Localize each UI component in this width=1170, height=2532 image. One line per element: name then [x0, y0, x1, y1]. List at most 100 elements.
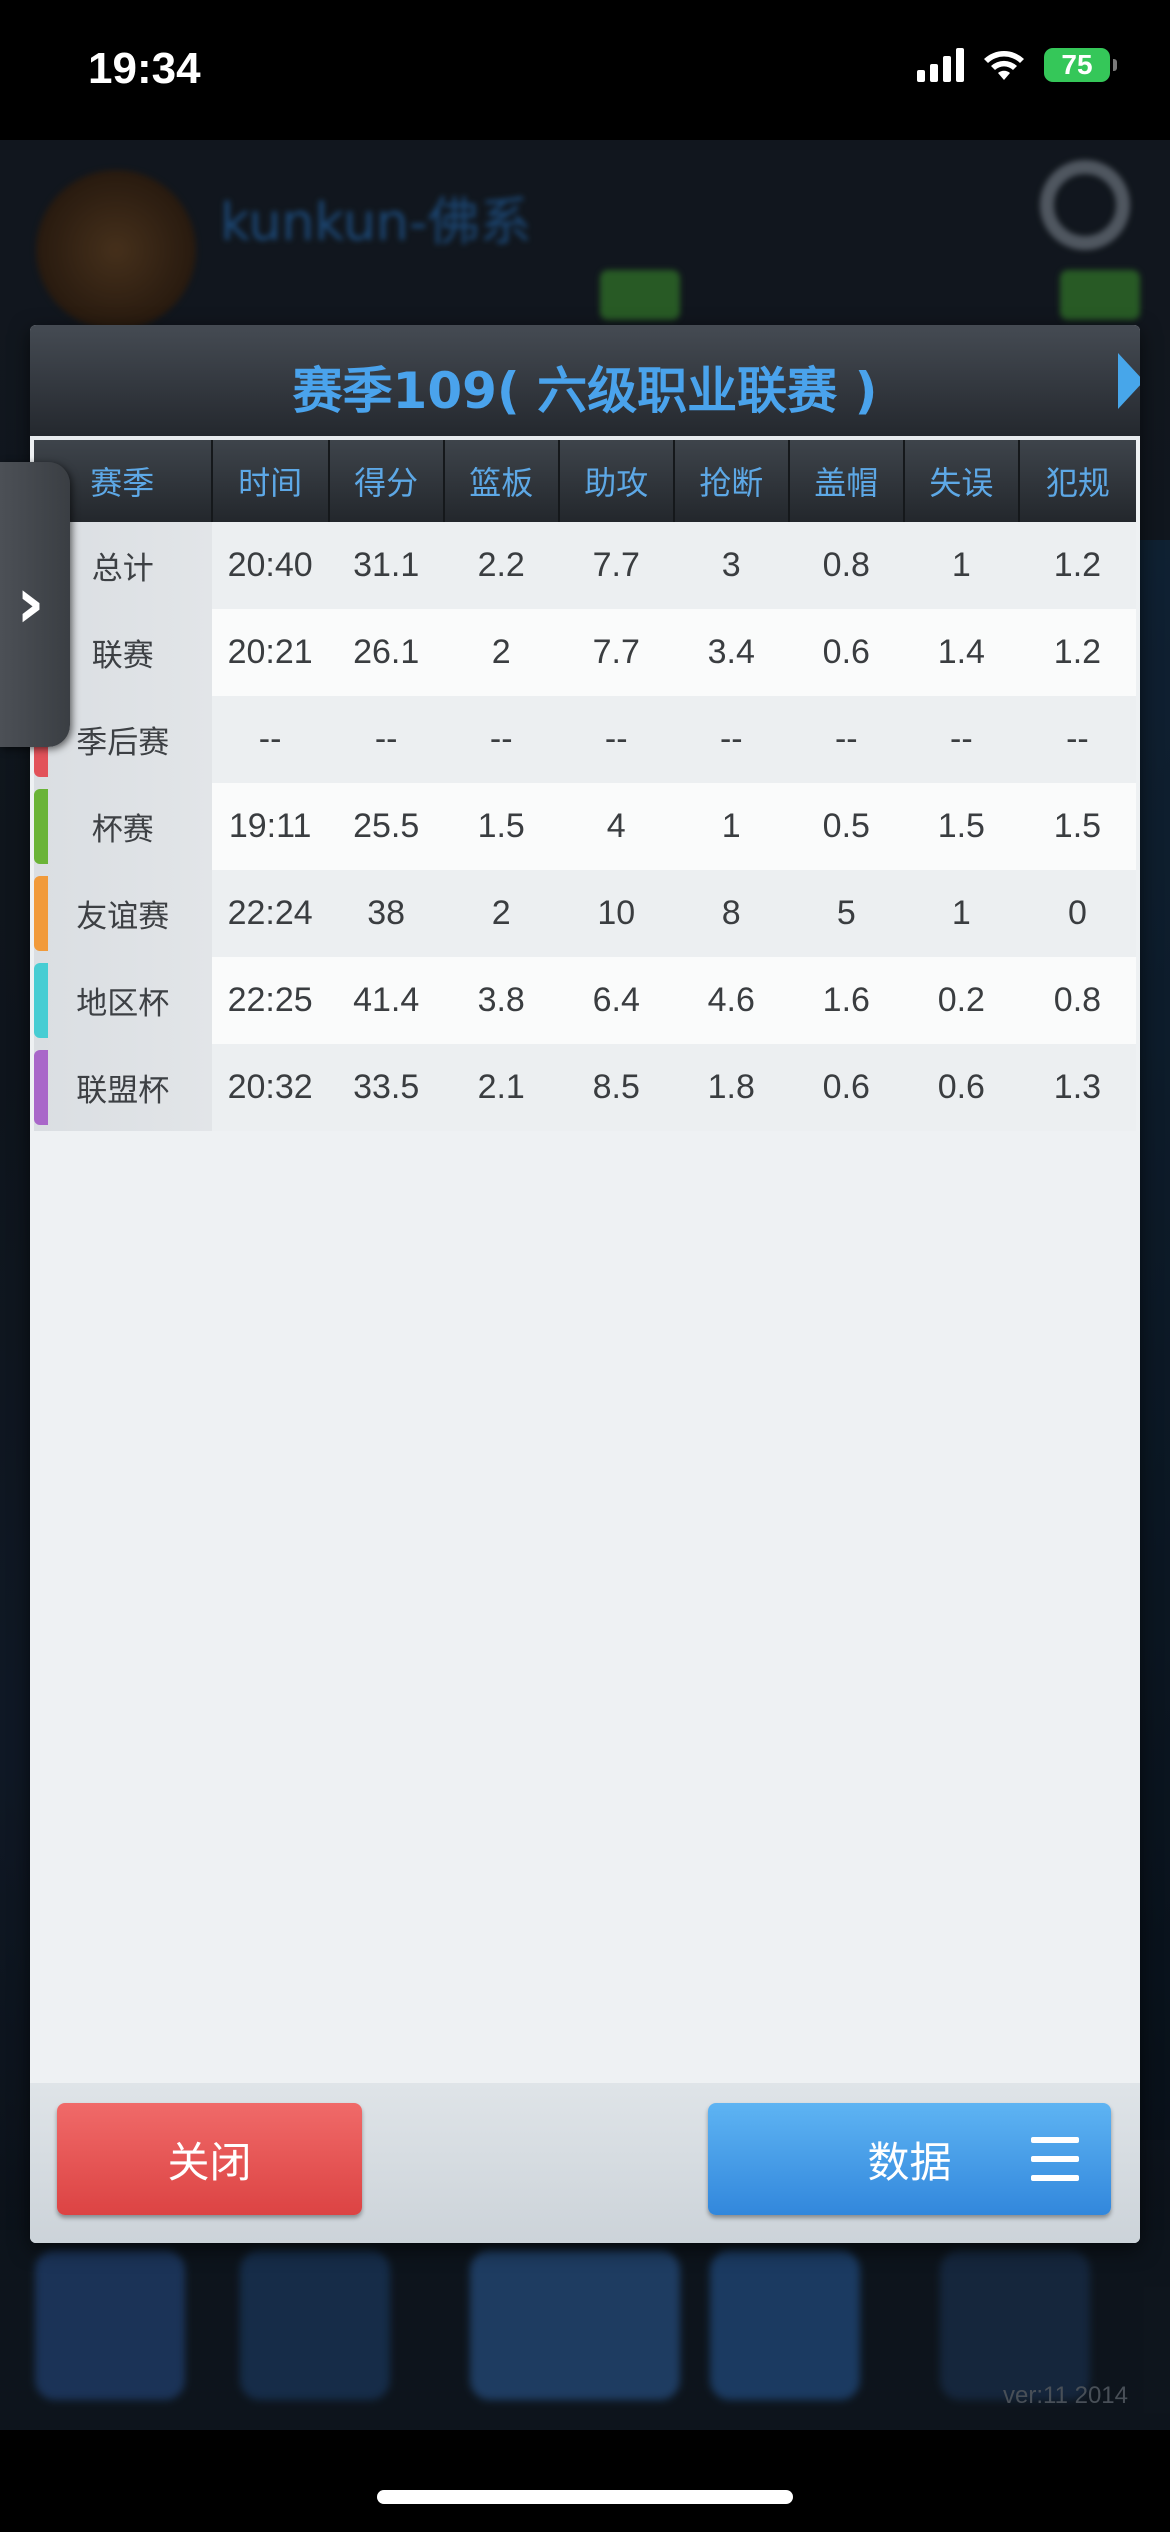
table-row: 总计 20:40 31.1 2.2 7.7 3 0.8 1 1.2 — [34, 522, 1136, 609]
table-row: 季后赛 -- -- -- -- -- -- -- -- — [34, 696, 1136, 783]
row-label: 杯赛 — [91, 812, 154, 848]
chevron-right-icon: › — [16, 562, 45, 644]
next-season-arrow-icon[interactable] — [1118, 353, 1140, 409]
column-header: 篮板 — [443, 440, 560, 522]
battery-icon: 75 — [1044, 48, 1117, 82]
stat-cell: -- — [211, 696, 329, 783]
stat-cell: 19:11 — [211, 783, 329, 870]
stat-cell: 1.6 — [788, 957, 904, 1044]
column-header: 失误 — [903, 440, 1020, 522]
stat-cell: 0.6 — [788, 1044, 904, 1131]
stat-cell: 0.5 — [788, 783, 904, 870]
stat-cell: 0.8 — [788, 522, 904, 609]
stat-cell: 1.5 — [903, 783, 1019, 870]
column-header: 助攻 — [558, 440, 675, 522]
row-label-cell: 杯赛 — [34, 783, 212, 870]
cellular-signal-icon — [917, 48, 964, 82]
stat-cell: 3.8 — [443, 957, 559, 1044]
stat-cell: 1 — [903, 870, 1019, 957]
stat-cell: 1.5 — [1018, 783, 1136, 870]
season-stats-dialog: 赛季109( 六级职业联赛 ) 赛季 时间 得分 篮板 助攻 抢断 盖帽 失误 … — [30, 325, 1140, 2243]
stat-cell: -- — [558, 696, 674, 783]
stat-cell: -- — [903, 696, 1019, 783]
stat-cell: 1.8 — [673, 1044, 789, 1131]
stat-cell: 1.5 — [443, 783, 559, 870]
stat-cell: 22:24 — [211, 870, 329, 957]
stat-cell: 4 — [558, 783, 674, 870]
stat-cell: -- — [443, 696, 559, 783]
row-label: 地区杯 — [76, 986, 170, 1022]
stat-cell: 33.5 — [328, 1044, 444, 1131]
stat-cell: 20:40 — [211, 522, 329, 609]
stat-cell: 8 — [673, 870, 789, 957]
row-label: 总计 — [91, 551, 154, 587]
stat-cell: -- — [788, 696, 904, 783]
stat-cell: 26.1 — [328, 609, 444, 696]
stat-cell: 5 — [788, 870, 904, 957]
category-color-stripe — [34, 963, 48, 1038]
stat-cell: 1.2 — [1018, 609, 1136, 696]
row-label: 友谊赛 — [76, 899, 170, 935]
column-header: 盖帽 — [788, 440, 905, 522]
stat-cell: 41.4 — [328, 957, 444, 1044]
table-header-row: 赛季 时间 得分 篮板 助攻 抢断 盖帽 失误 犯规 — [34, 440, 1136, 522]
table-row: 杯赛 19:11 25.5 1.5 4 1 0.5 1.5 1.5 — [34, 783, 1136, 870]
column-header: 时间 — [211, 440, 330, 522]
row-label-cell: 友谊赛 — [34, 870, 212, 957]
dialog-footer: 关闭 数据 — [30, 2083, 1140, 2243]
stat-cell: 2.1 — [443, 1044, 559, 1131]
stat-cell: 31.1 — [328, 522, 444, 609]
stat-cell: 20:32 — [211, 1044, 329, 1131]
column-header: 抢断 — [673, 440, 790, 522]
status-icons: 75 — [917, 48, 1117, 82]
stat-cell: 0.6 — [903, 1044, 1019, 1131]
stat-cell: -- — [673, 696, 789, 783]
data-button[interactable]: 数据 — [708, 2103, 1111, 2215]
stat-cell: 2 — [443, 609, 559, 696]
table-row: 联赛 20:21 26.1 2 7.7 3.4 0.6 1.4 1.2 — [34, 609, 1136, 696]
stat-cell: 1 — [903, 522, 1019, 609]
stat-cell: 7.7 — [558, 522, 674, 609]
stat-cell: 4.6 — [673, 957, 789, 1044]
stats-table: 赛季 时间 得分 篮板 助攻 抢断 盖帽 失误 犯规 总计 20:40 31.1 2.… — [34, 440, 1136, 1131]
close-button[interactable]: 关闭 — [57, 2103, 362, 2215]
stat-cell: 0.2 — [903, 957, 1019, 1044]
status-time: 19:34 — [88, 44, 201, 93]
row-label-cell: 联盟杯 — [34, 1044, 212, 1131]
column-header: 得分 — [328, 440, 445, 522]
column-header: 犯规 — [1018, 440, 1136, 522]
stat-cell: 6.4 — [558, 957, 674, 1044]
menu-icon — [1031, 2137, 1079, 2181]
stat-cell: 0.8 — [1018, 957, 1136, 1044]
stat-cell: 25.5 — [328, 783, 444, 870]
category-color-stripe — [34, 876, 48, 951]
wifi-icon — [984, 51, 1024, 80]
stat-cell: 2.2 — [443, 522, 559, 609]
stat-cell: 1 — [673, 783, 789, 870]
stat-cell: 3 — [673, 522, 789, 609]
stat-cell: 10 — [558, 870, 674, 957]
stat-cell: 22:25 — [211, 957, 329, 1044]
battery-level: 75 — [1061, 49, 1093, 80]
stat-cell: 0 — [1018, 870, 1136, 957]
row-label: 联赛 — [91, 638, 154, 674]
side-drawer-tab[interactable]: › — [0, 462, 70, 747]
stat-cell: 7.7 — [558, 609, 674, 696]
category-color-stripe — [34, 789, 48, 864]
table-row: 地区杯 22:25 41.4 3.8 6.4 4.6 1.6 0.2 0.8 — [34, 957, 1136, 1044]
row-label: 联盟杯 — [76, 1073, 170, 1109]
close-button-label: 关闭 — [167, 2137, 252, 2187]
stat-cell: 38 — [328, 870, 444, 957]
table-row: 友谊赛 22:24 38 2 10 8 5 1 0 — [34, 870, 1136, 957]
table-row: 联盟杯 20:32 33.5 2.1 8.5 1.8 0.6 0.6 1.3 — [34, 1044, 1136, 1131]
stat-cell: 8.5 — [558, 1044, 674, 1131]
data-button-label: 数据 — [867, 2137, 952, 2187]
category-color-stripe — [34, 1050, 48, 1125]
home-indicator[interactable] — [377, 2490, 793, 2504]
dialog-header: 赛季109( 六级职业联赛 ) — [30, 325, 1140, 440]
stat-cell: -- — [328, 696, 444, 783]
row-label: 季后赛 — [76, 725, 170, 761]
row-label-cell: 地区杯 — [34, 957, 212, 1044]
stat-cell: 0.6 — [788, 609, 904, 696]
status-bar: 19:34 75 — [0, 0, 1170, 140]
